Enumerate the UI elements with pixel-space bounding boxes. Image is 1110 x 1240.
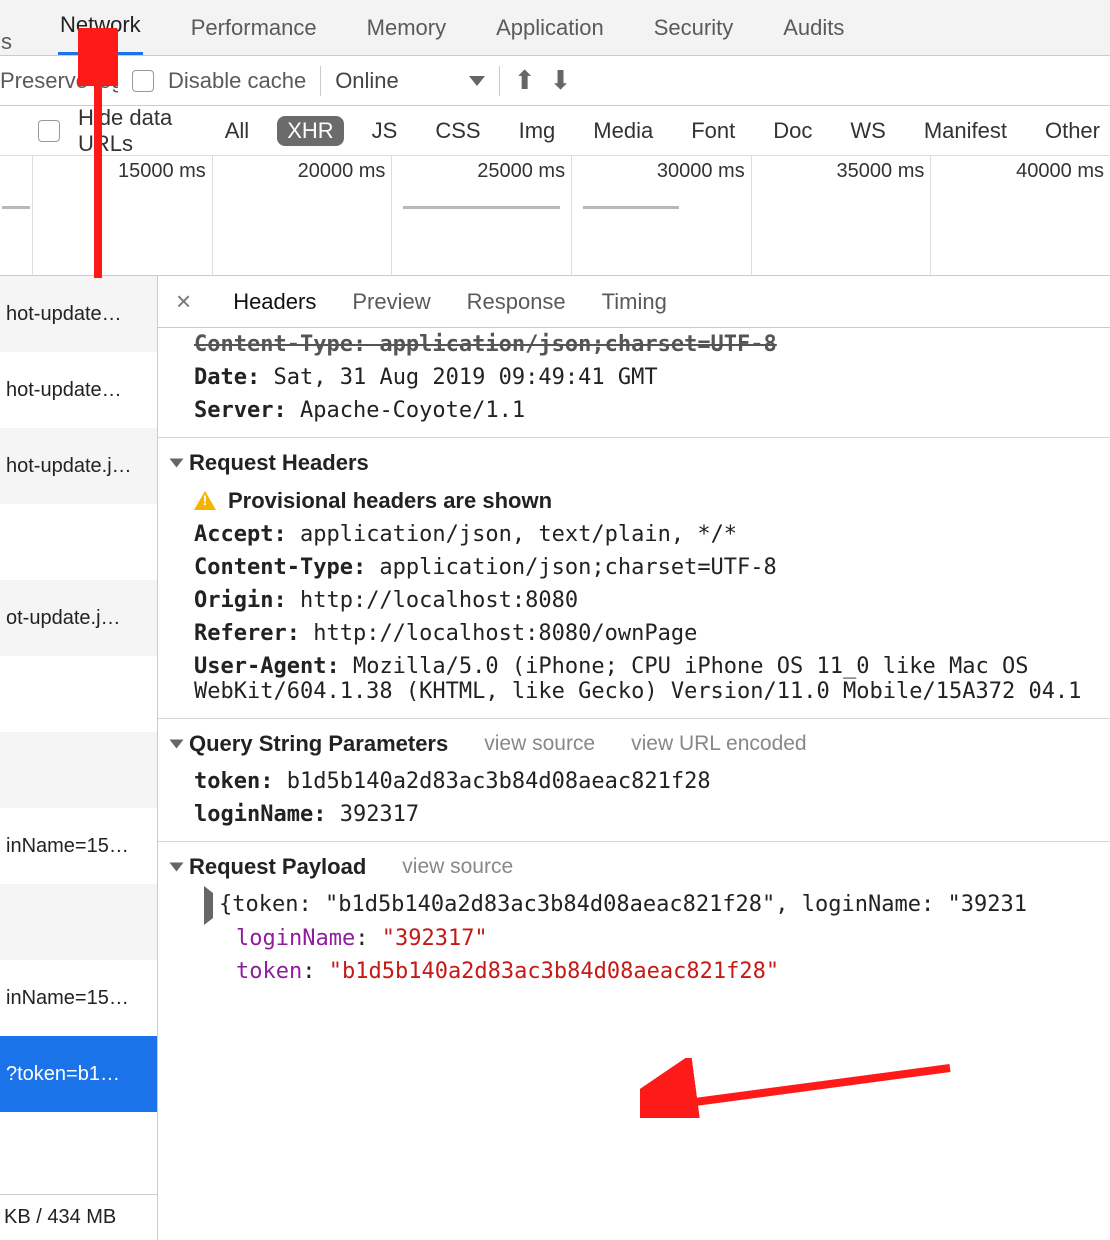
filter-font[interactable]: Font (681, 116, 745, 146)
section-query-string[interactable]: Query String Parameters view source view… (158, 718, 1110, 765)
header-row: Content-Type: application/json;charset=U… (158, 551, 1110, 584)
upload-icon[interactable]: ⬆︎ (514, 65, 536, 96)
tab-timing[interactable]: Timing (602, 289, 667, 315)
filter-bar: Hide data URLs All XHR JS CSS Img Media … (0, 106, 1110, 156)
separator (320, 66, 321, 96)
disclosure-triangle-icon (204, 886, 213, 925)
status-footer: KB / 434 MB (0, 1194, 157, 1240)
request-row[interactable]: hot-update.j… (0, 428, 157, 504)
warning-icon (194, 491, 216, 511)
timeline-tick-label: 35000 ms (837, 160, 925, 183)
timeline-tick-label: 25000 ms (477, 160, 565, 183)
view-url-encoded-link[interactable]: view URL encoded (631, 732, 807, 756)
timeline-bar (2, 206, 30, 209)
request-row[interactable] (0, 884, 157, 960)
header-row: Origin: http://localhost:8080 (158, 584, 1110, 617)
filter-css[interactable]: CSS (425, 116, 490, 146)
request-row[interactable] (0, 504, 157, 580)
section-title: Request Payload (189, 854, 366, 880)
hide-data-urls-label: Hide data URLs (78, 105, 197, 157)
disclosure-triangle-icon (170, 459, 184, 468)
tab-headers[interactable]: Headers (233, 289, 316, 315)
request-list: hot-update…hot-update…hot-update.j…ot-up… (0, 276, 158, 1240)
payload-row: token: "b1d5b140a2d83ac3b84d08aeac821f28… (158, 955, 1110, 988)
header-row: Server: Apache-Coyote/1.1 (158, 394, 1110, 427)
timeline-overview[interactable]: ms 15000 ms 20000 ms 25000 ms 30000 ms 3… (0, 156, 1110, 276)
section-title: Request Headers (189, 450, 369, 476)
separator (499, 66, 500, 96)
preserve-log-label: Preserve log (0, 68, 118, 94)
request-row[interactable]: inName=15… (0, 808, 157, 884)
tab-network[interactable]: Network (58, 12, 143, 55)
section-request-payload[interactable]: Request Payload view source (158, 841, 1110, 888)
disclosure-triangle-icon (170, 863, 184, 872)
timeline-bar (403, 206, 560, 209)
view-source-link[interactable]: view source (484, 732, 595, 756)
provisional-warning: Provisional headers are shown (158, 484, 1110, 518)
param-row: loginName: 392317 (158, 798, 1110, 831)
request-row[interactable]: ?token=b1… (0, 1036, 157, 1112)
filter-media[interactable]: Media (583, 116, 663, 146)
request-row[interactable]: ot-update.j… (0, 580, 157, 656)
tab-audits[interactable]: Audits (781, 15, 846, 55)
timeline-tick-label: 20000 ms (298, 160, 386, 183)
request-row[interactable] (0, 656, 157, 732)
chevron-down-icon (469, 76, 485, 86)
filter-other[interactable]: Other (1035, 116, 1110, 146)
filter-xhr[interactable]: XHR (277, 116, 343, 146)
request-row[interactable]: inName=15… (0, 960, 157, 1036)
header-row: User-Agent: Mozilla/5.0 (iPhone; CPU iPh… (158, 650, 1110, 708)
request-row[interactable]: hot-update… (0, 352, 157, 428)
section-title: Query String Parameters (189, 731, 448, 757)
payload-row: loginName: "392317" (158, 922, 1110, 955)
request-detail-pane: × Headers Preview Response Timing Conten… (158, 276, 1110, 1240)
tab-application[interactable]: Application (494, 15, 606, 55)
panel-tab-cut: s (0, 29, 12, 55)
tab-memory[interactable]: Memory (365, 15, 448, 55)
header-row: Date: Sat, 31 Aug 2019 09:49:41 GMT (158, 361, 1110, 394)
hide-data-urls-checkbox[interactable] (38, 120, 60, 142)
request-row[interactable] (0, 732, 157, 808)
timeline-tick-label: 30000 ms (657, 160, 745, 183)
filter-ws[interactable]: WS (840, 116, 895, 146)
filter-manifest[interactable]: Manifest (914, 116, 1017, 146)
filter-js[interactable]: JS (362, 116, 408, 146)
section-request-headers[interactable]: Request Headers (158, 437, 1110, 484)
request-row[interactable]: hot-update… (0, 276, 157, 352)
header-row: Accept: application/json, text/plain, */… (158, 518, 1110, 551)
download-icon[interactable]: ⬇︎ (550, 65, 572, 96)
disable-cache-label: Disable cache (168, 68, 306, 94)
filter-all[interactable]: All (215, 116, 259, 146)
header-row: Referer: http://localhost:8080/ownPage (158, 617, 1110, 650)
param-row: token: b1d5b140a2d83ac3b84d08aeac821f28 (158, 765, 1110, 798)
network-toolbar: Preserve log Disable cache Online ⬆︎ ⬇︎ (0, 56, 1110, 106)
tab-security[interactable]: Security (652, 15, 735, 55)
timeline-tick-label: ms (0, 160, 26, 183)
timeline-bar (583, 206, 679, 209)
tab-performance[interactable]: Performance (189, 15, 319, 55)
close-icon[interactable]: × (176, 286, 197, 317)
throttling-select[interactable]: Online (335, 68, 485, 94)
disable-cache-checkbox[interactable] (132, 70, 154, 92)
throttling-value: Online (335, 68, 399, 94)
filter-img[interactable]: Img (509, 116, 566, 146)
timeline-tick-label: 15000 ms (118, 160, 206, 183)
tab-preview[interactable]: Preview (352, 289, 430, 315)
view-source-link[interactable]: view source (402, 855, 513, 879)
payload-inline: {token: "b1d5b140a2d83ac3b84d08aeac821f2… (158, 888, 1110, 922)
panel-tabs: s Network Performance Memory Application… (0, 0, 1110, 56)
disclosure-triangle-icon (170, 740, 184, 749)
timeline-tick-label: 40000 ms (1016, 160, 1104, 183)
detail-tabs: × Headers Preview Response Timing (158, 276, 1110, 328)
filter-doc[interactable]: Doc (763, 116, 822, 146)
tab-response[interactable]: Response (467, 289, 566, 315)
header-row: Content-Type: application/json;charset=U… (158, 328, 1110, 361)
